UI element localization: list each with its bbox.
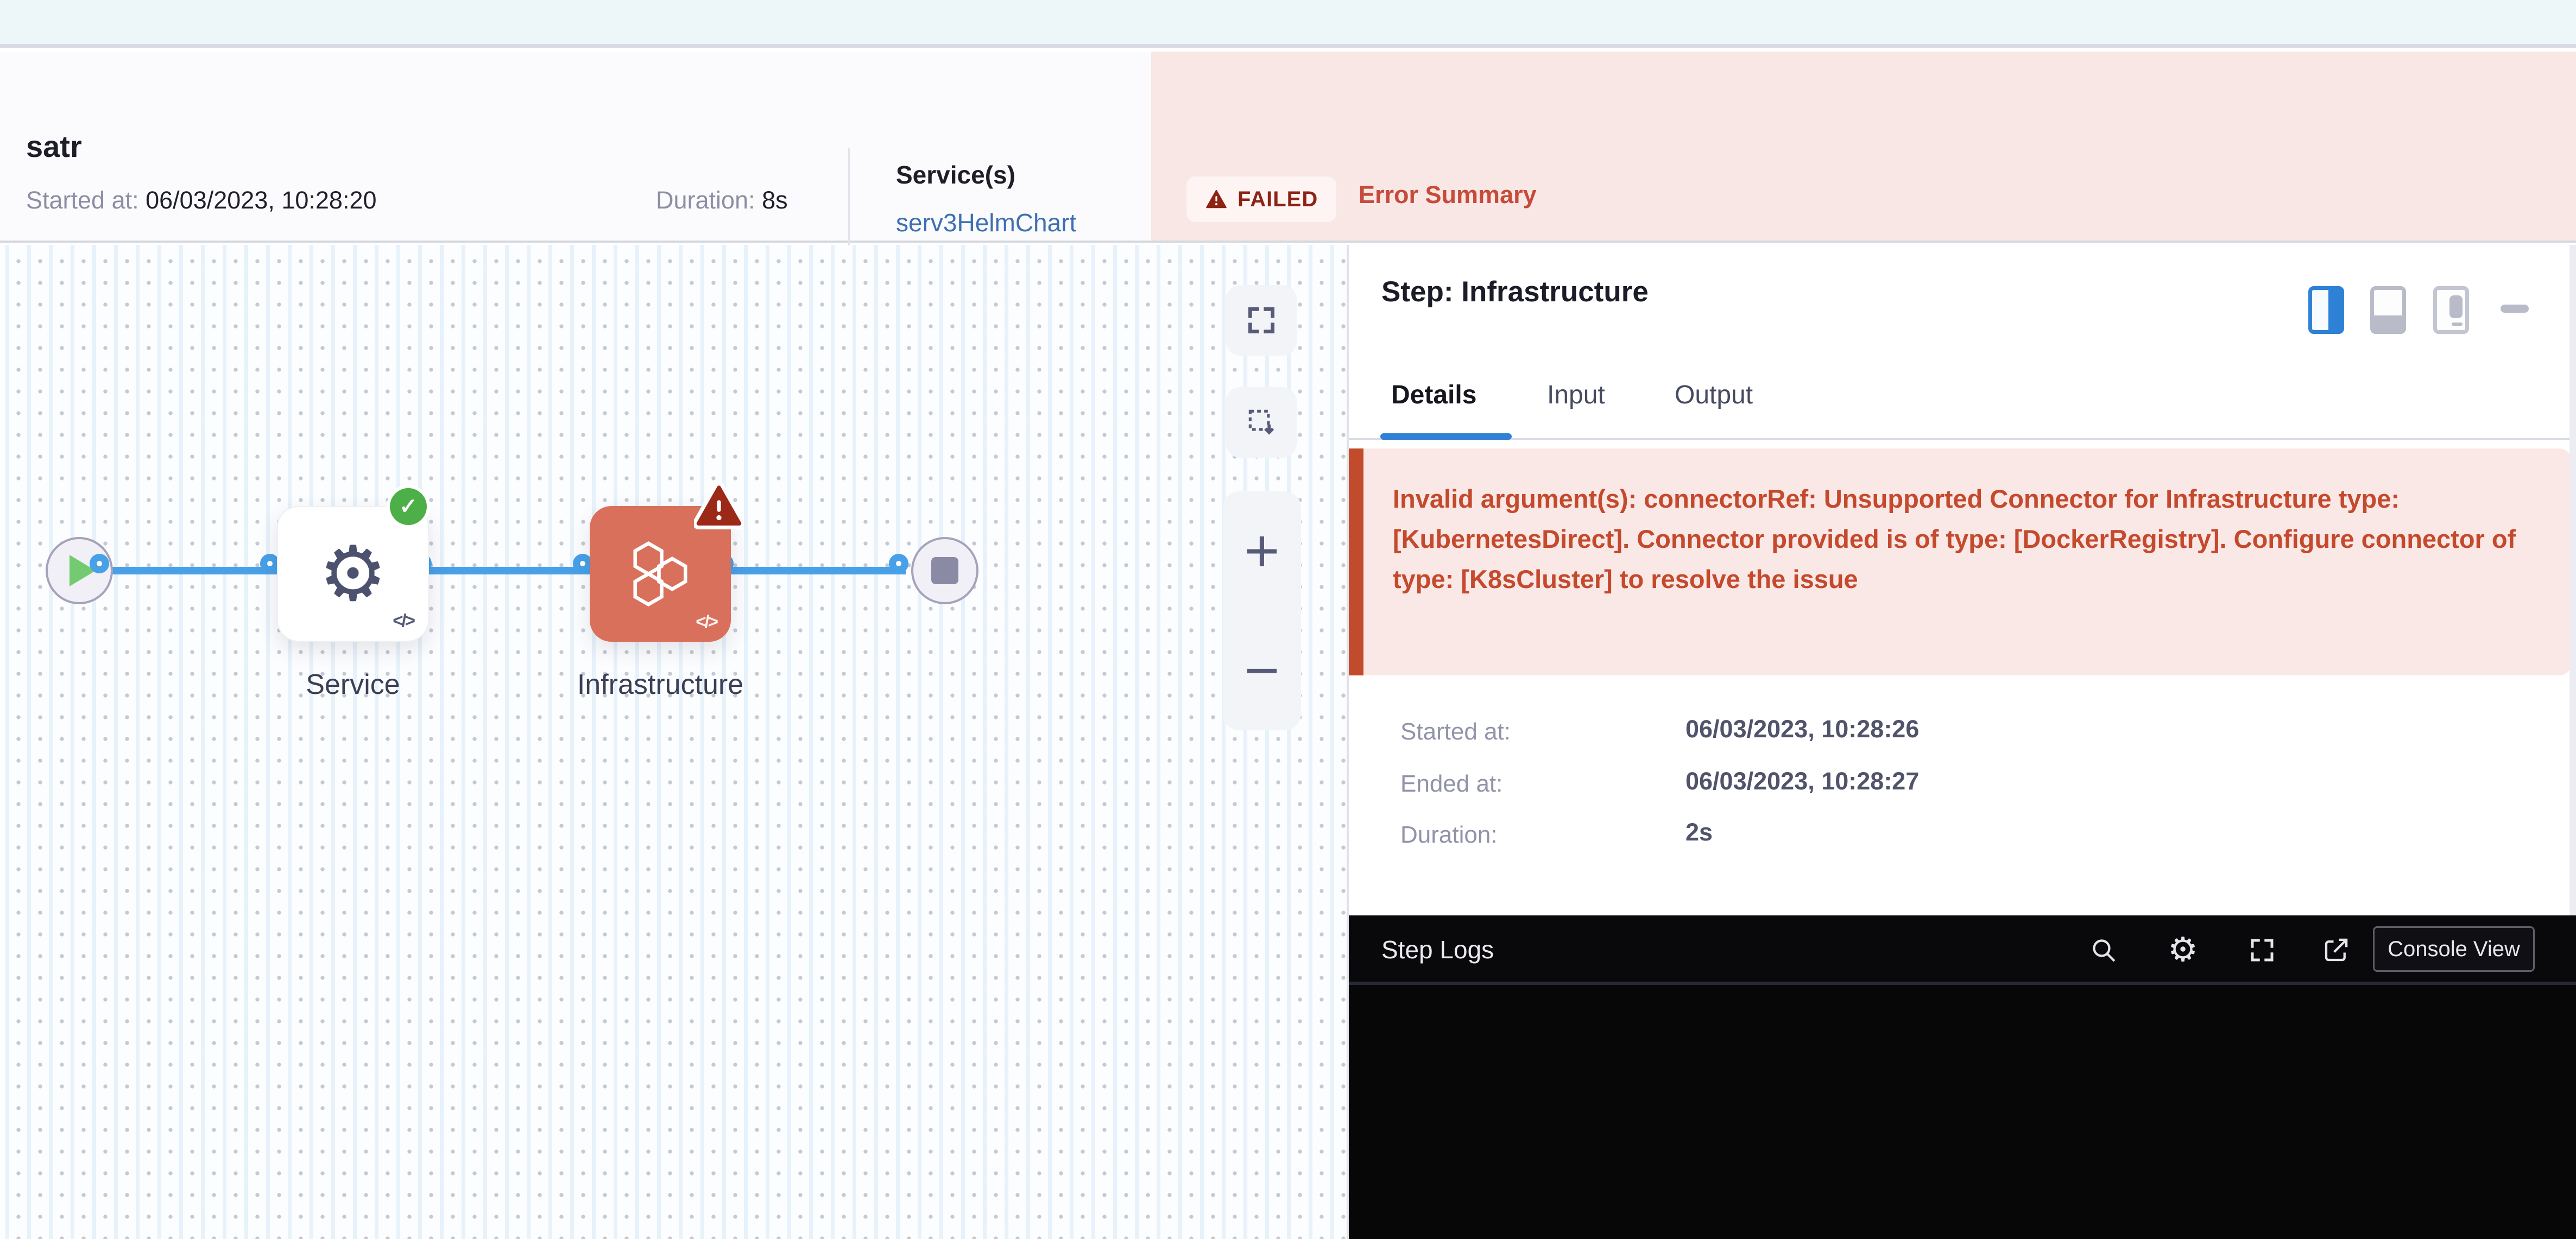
end-node[interactable] (911, 537, 978, 604)
zoom-in-button[interactable]: + (1223, 491, 1301, 611)
pipeline-canvas[interactable]: ⚙ </> ✓ Service </> Infrastructure (0, 245, 1347, 1239)
edge-service-to-infrastructure (429, 567, 590, 574)
hexagons-icon (620, 533, 701, 615)
logs-body[interactable] (1349, 985, 2576, 1239)
status-section (1151, 52, 2576, 241)
panel-scrollbar[interactable] (2569, 245, 2576, 915)
duration-label: Duration: (656, 186, 755, 214)
right-pane-layout-icon[interactable] (2308, 286, 2344, 334)
started-at-value: 06/03/2023, 10:28:20 (139, 186, 377, 214)
execution-header: satr Started at: 06/03/2023, 10:28:20 Du… (0, 52, 2576, 243)
started-at-label: Started at: (26, 186, 139, 214)
detail-value: 06/03/2023, 10:28:27 (1685, 767, 2337, 795)
infrastructure-node-label: Infrastructure (573, 668, 747, 701)
error-message-text: Invalid argument(s): connectorRef: Unsup… (1393, 479, 2521, 599)
bottom-pane-layout-icon[interactable] (2370, 286, 2406, 334)
edge-start-to-service (106, 567, 277, 574)
pipeline-name: satr (26, 129, 82, 164)
port (90, 554, 109, 573)
detail-value: 06/03/2023, 10:28:26 (1685, 715, 2337, 743)
success-check-icon: ✓ (390, 488, 427, 525)
services-label: Service(s) (896, 160, 1015, 189)
tab-input[interactable]: Input (1547, 380, 1605, 410)
detail-row-started: Started at: 06/03/2023, 10:28:26 (1400, 718, 1511, 745)
logs-open-external-button[interactable] (2320, 934, 2352, 966)
duration-value: 8s (755, 186, 788, 214)
fullscreen-icon (2247, 935, 2277, 965)
logs-fullscreen-button[interactable] (2246, 934, 2278, 966)
fullscreen-icon (1245, 304, 1278, 337)
stop-icon (931, 557, 958, 584)
tab-output[interactable]: Output (1675, 380, 1753, 410)
canvas-zoom-controls: + − (1223, 491, 1301, 730)
minimize-panel-icon[interactable] (2501, 305, 2529, 313)
service-step-node[interactable]: ⚙ </> (277, 506, 429, 642)
port (889, 554, 908, 573)
console-view-label: Console View (2388, 937, 2520, 962)
detail-label: Ended at: (1400, 770, 1502, 797)
status-badge-label: FAILED (1238, 187, 1318, 212)
logs-settings-button[interactable]: ⚙ (2167, 934, 2199, 966)
detail-row-duration: Duration: 2s (1400, 821, 1498, 849)
edge-infrastructure-to-end (731, 567, 906, 574)
detail-value: 2s (1685, 818, 2337, 846)
error-summary-link[interactable]: Error Summary (1359, 181, 1537, 209)
code-icon: </> (393, 610, 414, 631)
search-icon (2088, 935, 2119, 965)
code-icon: </> (696, 611, 717, 632)
gear-icon: ⚙ (319, 536, 387, 612)
detail-row-ended: Ended at: 06/03/2023, 10:28:27 (1400, 770, 1502, 798)
step-logs-panel: Step Logs ⚙ Console View (1349, 915, 2576, 1239)
tabs-divider (1349, 438, 2576, 440)
warning-triangle-icon (1205, 188, 1228, 210)
detail-label: Started at: (1400, 718, 1511, 745)
marquee-select-icon (1245, 406, 1278, 439)
active-tab-indicator (1380, 433, 1512, 440)
top-strip (0, 0, 2576, 48)
external-link-icon (2321, 935, 2351, 965)
gear-icon: ⚙ (2168, 933, 2198, 967)
canvas-select-button[interactable] (1226, 387, 1297, 458)
status-badge: FAILED (1186, 176, 1336, 222)
failure-warning-icon (694, 483, 744, 529)
step-panel-title: Step: Infrastructure (1381, 275, 1649, 308)
tab-details[interactable]: Details (1391, 380, 1476, 410)
started-at-row: Started at: 06/03/2023, 10:28:20 (26, 186, 377, 214)
step-logs-title: Step Logs (1381, 935, 1494, 964)
step-details-panel: Step: Infrastructure Details Input Outpu… (1347, 245, 2576, 1239)
floating-pane-layout-icon[interactable] (2433, 286, 2469, 334)
zoom-out-button[interactable]: − (1223, 611, 1301, 730)
logs-search-button[interactable] (2087, 934, 2120, 966)
duration-row: Duration: 8s (656, 186, 788, 214)
detail-label: Duration: (1400, 821, 1498, 848)
header-divider (848, 148, 850, 245)
service-node-label: Service (277, 668, 429, 701)
error-message-box: Invalid argument(s): connectorRef: Unsup… (1349, 448, 2573, 675)
console-view-button[interactable]: Console View (2373, 926, 2535, 972)
service-link[interactable]: serv3HelmChart (896, 208, 1076, 237)
pipeline-execution-page: satr Started at: 06/03/2023, 10:28:20 Du… (0, 0, 2576, 1239)
canvas-fullscreen-button[interactable] (1226, 285, 1297, 356)
